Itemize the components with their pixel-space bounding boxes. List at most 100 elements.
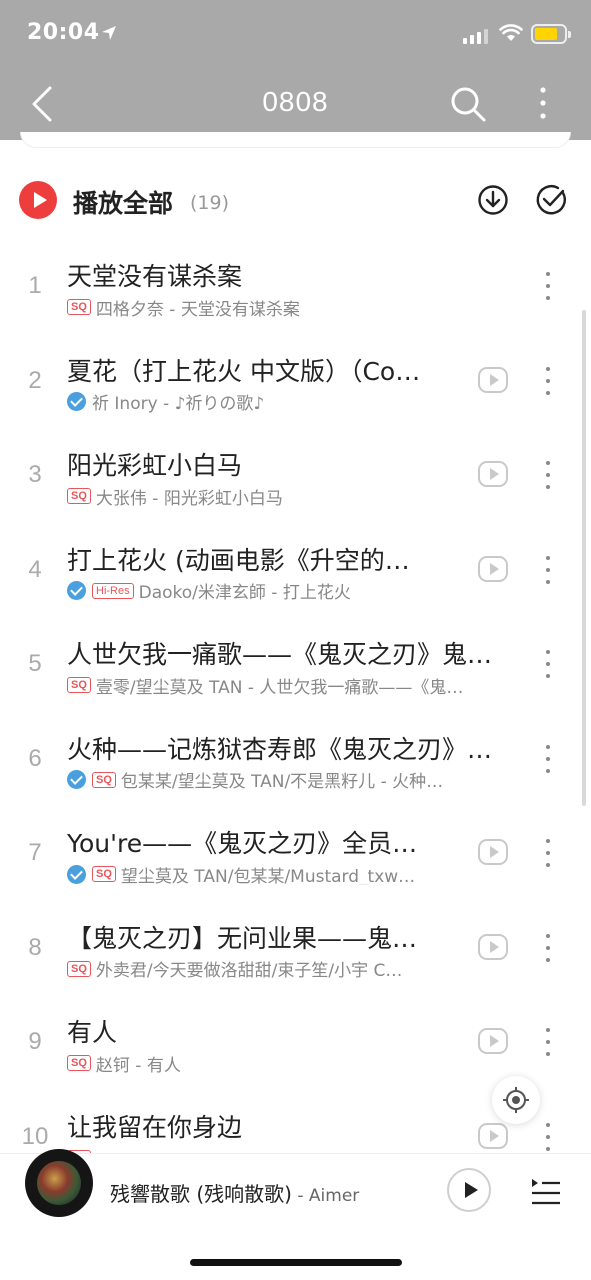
song-artist-album: 赵钶 - 有人	[95, 1055, 181, 1075]
verified-check-icon	[67, 581, 86, 600]
song-meta: SQ 四格夕奈 - 天堂没有谋杀案	[67, 296, 527, 318]
song-artist-album: 壹零/望尘莫及 TAN - 人世欠我一痛歌——《鬼…	[95, 677, 464, 697]
mv-play-icon[interactable]	[478, 839, 508, 865]
song-title: 【鬼灭之刃】无问业果——鬼…	[67, 923, 418, 953]
album-art	[37, 1161, 81, 1205]
song-more-icon[interactable]	[538, 648, 558, 680]
verified-check-icon	[67, 770, 86, 789]
song-row[interactable]: 5 人世欠我一痛歌——《鬼灭之刃》鬼… SQ 壹零/望尘莫及 TAN - 人世欠我一痛…	[0, 618, 591, 712]
song-meta: SQ 大张伟 - 阳光彩虹小白马	[67, 485, 462, 507]
album-disc[interactable]	[25, 1149, 93, 1217]
now-playing-sep: -	[291, 1186, 309, 1206]
wifi-icon	[499, 24, 523, 41]
sq-quality-badge: SQ	[67, 488, 91, 504]
playlist-queue-icon[interactable]	[529, 1174, 563, 1208]
download-icon[interactable]	[476, 183, 510, 217]
song-index: 2	[28, 366, 42, 394]
page-title: 0808	[262, 86, 329, 117]
sq-quality-badge: SQ	[67, 299, 91, 315]
song-index: 4	[28, 555, 42, 583]
song-row[interactable]: 8 【鬼灭之刃】无问业果——鬼… SQ 外卖君/今天要做洛甜甜/束子笙/小宇 C…	[0, 902, 591, 996]
song-meta: SQ 望尘莫及 TAN/包某某/Mustard_txw…	[67, 863, 462, 885]
sq-quality-badge: SQ	[67, 1055, 91, 1071]
song-row[interactable]: 3 阳光彩虹小白马 SQ 大张伟 - 阳光彩虹小白马	[0, 429, 591, 523]
mv-play-icon[interactable]	[478, 933, 508, 960]
song-artist-album: 祈 Inory - ♪祈りの歌♪	[92, 394, 265, 413]
song-meta: Hi-Res Daoko/米津玄師 - 打上花火	[67, 580, 462, 602]
locate-current-song-button[interactable]	[492, 1076, 540, 1124]
mv-play-icon[interactable]	[478, 1028, 508, 1054]
song-count: (19)	[190, 192, 230, 214]
song-row[interactable]: 1 天堂没有谋杀案 SQ 四格夕奈 - 天堂没有谋杀案	[0, 240, 591, 334]
nav-bar: 0808	[0, 72, 591, 136]
target-icon	[503, 1087, 529, 1113]
song-artist-album: 大张伟 - 阳光彩虹小白马	[95, 488, 283, 508]
sq-quality-badge: SQ	[67, 677, 91, 693]
now-playing-artist: Aimer	[308, 1186, 360, 1206]
song-more-icon[interactable]	[538, 932, 558, 964]
song-more-icon[interactable]	[538, 743, 558, 775]
song-more-icon[interactable]	[538, 837, 558, 869]
multi-select-icon[interactable]	[534, 183, 568, 217]
song-more-icon[interactable]	[538, 1121, 558, 1153]
sq-quality-badge: SQ	[92, 771, 116, 788]
song-meta: SQ 壹零/望尘莫及 TAN - 人世欠我一痛歌——《鬼…	[67, 674, 527, 696]
song-title: You're——《鬼灭之刃》全员…	[67, 829, 418, 858]
song-title: 天堂没有谋杀案	[67, 262, 243, 291]
song-more-icon[interactable]	[538, 270, 558, 302]
top-bar: 20:04 0808	[0, 0, 591, 140]
song-artist-album: 外卖君/今天要做洛甜甜/束子笙/小宇 C…	[95, 961, 403, 980]
song-title: 让我留在你身边	[67, 1112, 243, 1142]
song-meta: SQ 赵钶 - 有人	[67, 1052, 462, 1074]
song-index: 6	[28, 744, 42, 772]
sq-quality-badge: SQ	[92, 866, 116, 882]
play-all-icon[interactable]	[19, 181, 57, 219]
now-playing[interactable]: 残響散歌 (残响散歌) - Aimer	[110, 1178, 359, 1207]
play-all-label[interactable]: 播放全部	[73, 184, 173, 220]
song-title: 夏花（打上花火 中文版）（Co…	[67, 356, 421, 386]
song-row[interactable]: 4 打上花火 (动画电影《升空的… Hi-Res Daoko/米津玄師 - 打上花火	[0, 524, 591, 618]
verified-check-icon	[67, 392, 86, 411]
song-more-icon[interactable]	[538, 554, 558, 586]
song-index: 8	[28, 933, 42, 961]
song-row[interactable]: 7 You're——《鬼灭之刃》全员… SQ 望尘莫及 TAN/包某某/Mustard…	[0, 807, 591, 901]
mv-play-icon[interactable]	[478, 366, 508, 393]
status-time: 20:04	[27, 20, 100, 45]
mv-play-icon[interactable]	[478, 555, 508, 582]
mv-play-icon[interactable]	[478, 461, 508, 487]
song-artist-album: 望尘莫及 TAN/包某某/Mustard_txw…	[120, 866, 416, 886]
song-artist-album: 包某某/望尘莫及 TAN/不是黑籽儿 - 火种…	[120, 772, 444, 791]
song-index: 3	[28, 461, 42, 488]
location-arrow-icon	[102, 26, 116, 40]
play-all-bar: 播放全部 (19)	[0, 178, 591, 226]
song-title: 人世欠我一痛歌——《鬼灭之刃》鬼…	[67, 640, 493, 669]
battery-icon	[531, 24, 571, 44]
song-index: 5	[28, 650, 42, 677]
song-meta: SQ 包某某/望尘莫及 TAN/不是黑籽儿 - 火种…	[67, 769, 527, 791]
search-icon[interactable]	[448, 84, 488, 124]
verified-check-icon	[67, 864, 86, 884]
status-bar: 20:04	[0, 18, 591, 58]
hires-quality-badge: Hi-Res	[92, 582, 134, 599]
song-index: 1	[28, 272, 42, 299]
sq-quality-badge: SQ	[67, 960, 91, 977]
mv-play-icon[interactable]	[478, 1122, 508, 1149]
header-card-edge	[20, 132, 571, 148]
song-more-icon[interactable]	[538, 1026, 558, 1058]
play-pause-button[interactable]	[447, 1168, 491, 1212]
cellular-signal-icon	[463, 26, 488, 44]
song-more-icon[interactable]	[538, 365, 558, 397]
song-artist-album: Daoko/米津玄師 - 打上花火	[138, 583, 351, 602]
song-meta: 祈 Inory - ♪祈りの歌♪	[67, 391, 462, 413]
song-meta: SQ 外卖君/今天要做洛甜甜/束子笙/小宇 C…	[67, 958, 462, 980]
song-index: 7	[28, 839, 42, 866]
song-row[interactable]: 2 夏花（打上花火 中文版）（Co… 祈 Inory - ♪祈りの歌♪	[0, 335, 591, 429]
song-title: 打上花火 (动画电影《升空的…	[67, 545, 410, 575]
more-vertical-icon[interactable]	[533, 84, 553, 124]
scrollbar[interactable]	[582, 310, 586, 806]
song-index: 10	[21, 1122, 49, 1150]
song-index: 9	[28, 1028, 42, 1055]
song-row[interactable]: 6 火种——记炼狱杏寿郎《鬼灭之刃》… SQ 包某某/望尘莫及 TAN/不是黑籽儿 -…	[0, 713, 591, 807]
home-indicator	[190, 1259, 402, 1266]
song-more-icon[interactable]	[538, 459, 558, 491]
